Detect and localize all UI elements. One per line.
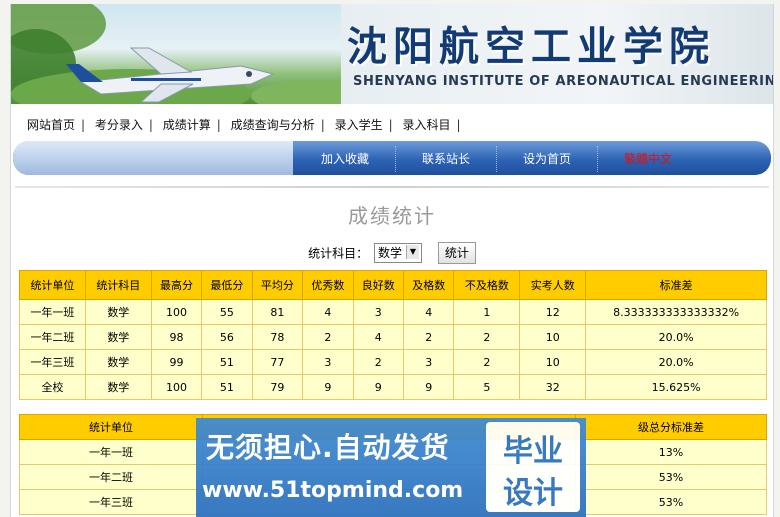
nav-add-subject[interactable]: 录入科目 [402,118,450,132]
col-max: 最高分 [150,270,203,300]
table-row: 一年一班 数学 100 55 81 4 3 4 1 12 8.333333333333332% [19,299,767,325]
col-stddev: 标准差 [585,270,767,300]
col-avg: 平均分 [251,270,304,300]
quick-links: 加入收藏 联系站长 设为首页 繁體中文 [295,146,765,172]
nav-add-student[interactable]: 录入学生 [335,118,383,132]
stats-table: 统计单位 统计科目 最高分 最低分 平均分 优秀数 良好数 及格数 不及格数 实… [19,270,767,400]
blue-nav-bar-left [13,141,293,175]
table-row: 全校 数学 100 51 79 9 9 9 5 32 15.625% [19,374,767,400]
traditional-chinese-link[interactable]: 繁體中文 [598,146,698,172]
school-name-cn: 沈阳航空工业学院 [347,23,715,70]
set-homepage-link[interactable]: 设为首页 [497,146,598,172]
add-favorite-link[interactable]: 加入收藏 [295,146,396,172]
subject-filter: 统计科目： 数学 ▼ 统计 [11,242,773,264]
table-row: 一年三班 数学 99 51 77 3 2 3 2 10 20.0% [19,349,767,375]
col-subject: 统计科目 [84,270,152,300]
ratio-col-stddev: 级总分标准差 [575,414,767,440]
col-fail: 不及格数 [453,270,521,300]
col-min: 最低分 [201,270,253,300]
watermark-badge-bottom: 设计 [503,476,563,511]
col-unit: 统计单位 [19,270,86,300]
col-pass: 及格数 [403,270,455,300]
watermark-badge: 毕业 设计 [486,422,580,512]
nav-score-query[interactable]: 成绩查询与分析 [231,118,315,132]
table-row: 一年二班 数学 98 56 78 2 4 2 2 10 20.0% [19,324,767,350]
banner-photo [11,4,341,104]
school-name-en: SHENYANG INSTITUTE OF AREONAUTICAL ENGIN… [353,74,773,89]
watermark-overlay: 无须担心.自动发货 www.51topmind.com 毕业 设计 [196,418,586,517]
nav-home[interactable]: 网站首页 [27,118,75,132]
header-divider [15,186,769,188]
page-title: 成绩统计 [348,204,436,228]
nav-score-entry[interactable]: 考分录入 [95,118,143,132]
top-nav: 网站首页 | 考分录入 | 成绩计算 | 成绩查询与分析 | 录入学生 | 录入科目 | [27,118,461,132]
contact-admin-link[interactable]: 联系站长 [396,146,497,172]
site-banner: 沈阳航空工业学院 SHENYANG INSTITUTE OF AREONAUTI… [11,4,773,104]
col-excellent: 优秀数 [302,270,354,300]
subject-select[interactable]: 数学 ▼ [373,243,422,263]
watermark-badge-top: 毕业 [503,434,563,469]
col-count: 实考人数 [519,270,587,300]
airplane-illustration [11,4,341,104]
subject-select-value: 数学 [377,246,402,260]
watermark-url: www.51topmind.com [202,478,464,503]
ratio-col-unit: 统计单位 [19,414,203,440]
chevron-down-icon: ▼ [406,245,419,259]
col-good: 良好数 [352,270,405,300]
stats-header-row: 统计单位 统计科目 最高分 最低分 平均分 优秀数 良好数 及格数 不及格数 实… [19,270,767,300]
stat-button[interactable]: 统计 [437,242,476,264]
nav-score-calc[interactable]: 成绩计算 [163,118,211,132]
subject-label: 统计科目： [308,246,369,261]
watermark-slogan: 无须担心.自动发货 [206,431,450,464]
